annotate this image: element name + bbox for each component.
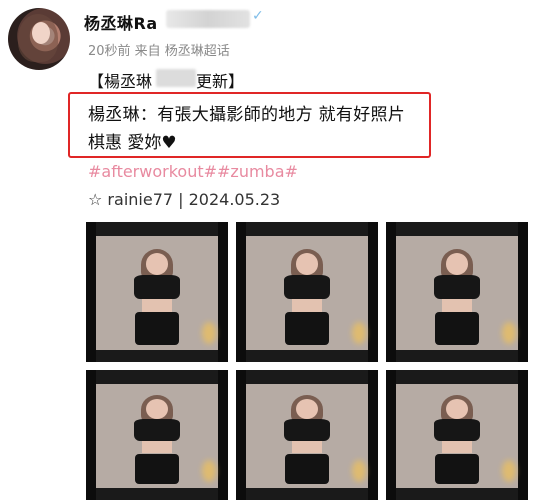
post-meta: 20秒前 来自 杨丞琳超话: [88, 44, 230, 59]
film-strip-right: [518, 222, 528, 362]
photo-2[interactable]: [236, 222, 378, 362]
figure-pants: [435, 453, 479, 485]
figure-top: [134, 274, 180, 299]
username[interactable]: 杨丞琳Ra: [84, 10, 158, 34]
film-strip-right: [368, 370, 378, 500]
film-strip-right: [368, 222, 378, 362]
light-leak: [502, 322, 516, 344]
figure-top: [134, 419, 180, 442]
film-strip-right: [218, 222, 228, 362]
photo-credit: ☆ rainie77 | 2024.05.23: [88, 190, 281, 209]
tagline-prefix: 【楊丞琳: [88, 72, 153, 91]
light-leak: [352, 322, 366, 344]
hashtag-links[interactable]: #afterworkout##zumba#: [88, 162, 298, 181]
light-leak: [202, 322, 216, 344]
film-strip-left: [386, 222, 396, 362]
film-strip-left: [236, 222, 246, 362]
figure-head: [145, 252, 169, 275]
photo-figure: [429, 249, 486, 346]
figure-midriff: [292, 298, 322, 312]
quote-line-1: 楊丞琳：有張大攝影師的地方 就有好照片: [88, 105, 406, 125]
figure-top: [434, 419, 480, 442]
photo-3[interactable]: [386, 222, 528, 362]
figure-pants: [135, 453, 179, 485]
photo-5[interactable]: [236, 370, 378, 500]
figure-head: [295, 252, 319, 275]
figure-pants: [285, 311, 329, 346]
film-strip-left: [386, 370, 396, 500]
figure-top: [284, 274, 330, 299]
figure-top: [284, 419, 330, 442]
avatar-face: [32, 22, 50, 44]
figure-top: [434, 274, 480, 299]
avatar[interactable]: [8, 8, 70, 70]
film-strip-left: [236, 370, 246, 500]
photo-figure: [129, 395, 186, 485]
tagline-redacted-blur: [156, 69, 196, 87]
film-strip-right: [518, 370, 528, 500]
figure-midriff: [142, 298, 172, 312]
quote-line-2: 棋惠 愛妳♥: [88, 133, 177, 153]
figure-midriff: [442, 441, 472, 454]
light-leak: [352, 460, 366, 482]
photo-figure: [279, 395, 336, 485]
tagline-suffix: 更新】: [196, 72, 245, 91]
film-strip-left: [86, 222, 96, 362]
figure-head: [445, 252, 469, 275]
photo-figure: [279, 249, 336, 346]
film-strip-right: [218, 370, 228, 500]
light-leak: [202, 460, 216, 482]
photo-1[interactable]: [86, 222, 228, 362]
figure-midriff: [292, 441, 322, 454]
figure-pants: [135, 311, 179, 346]
light-leak: [502, 460, 516, 482]
photo-figure: [129, 249, 186, 346]
username-redacted-blur: [166, 10, 250, 28]
verified-badge-icon: ✓: [252, 8, 264, 24]
photo-figure: [429, 395, 486, 485]
figure-pants: [435, 311, 479, 346]
figure-midriff: [142, 441, 172, 454]
photo-6[interactable]: [386, 370, 528, 500]
figure-midriff: [442, 298, 472, 312]
photo-4[interactable]: [86, 370, 228, 500]
figure-pants: [285, 453, 329, 485]
film-strip-left: [86, 370, 96, 500]
